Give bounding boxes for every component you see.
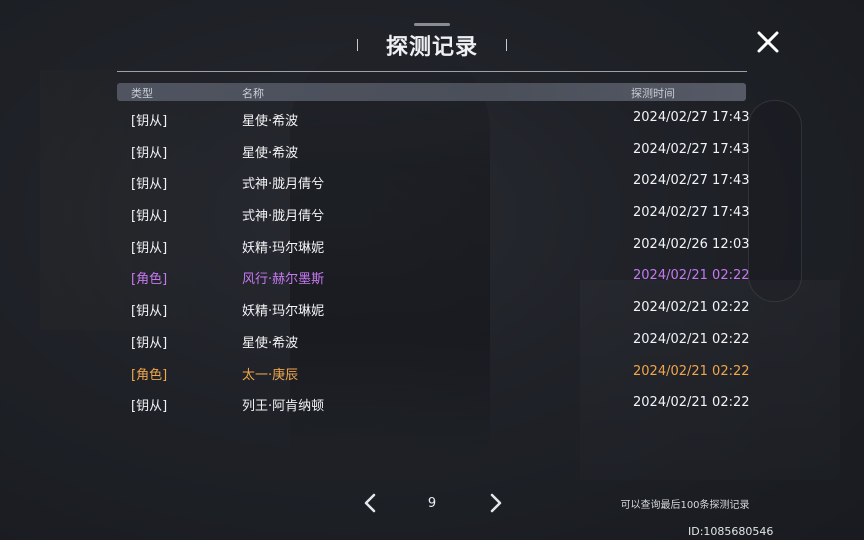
title-tick-right: [506, 39, 507, 51]
dialog-title: 探测记录: [385, 35, 478, 60]
table-row: [角色] 太一·庚辰 2024/02/21 02:22: [117, 356, 750, 388]
row-type: [钥从]: [131, 240, 168, 256]
user-id: ID:1085680546: [688, 525, 774, 538]
dialog-header: 探测记录: [356, 28, 508, 62]
row-time: 2024/02/26 12:03: [633, 236, 750, 252]
row-type: [钥从]: [131, 399, 168, 415]
header-divider: [117, 71, 747, 72]
header-time: 探测时间: [631, 87, 675, 100]
row-type: [钥从]: [131, 209, 168, 225]
title-notch: [414, 23, 450, 26]
record-list: [钥从] 星使·希波 2024/02/27 17:43 [钥从] 星使·希波 2…: [117, 102, 750, 419]
row-type: [钥从]: [131, 145, 168, 161]
row-name: 妖精·玛尔琳妮: [242, 304, 325, 320]
row-time: 2024/02/27 17:43: [633, 141, 750, 157]
row-name: 星使·希波: [242, 114, 299, 129]
row-time: 2024/02/21 02:22: [633, 331, 750, 347]
table-row: [钥从] 妖精·玛尔琳妮 2024/02/21 02:22: [117, 292, 750, 324]
row-name: 风行·赫尔墨斯: [242, 272, 325, 288]
row-time: 2024/02/21 02:22: [633, 363, 750, 379]
record-limit-note: 可以查询最后100条探测记录: [620, 500, 750, 511]
row-name: 式神·胧月倩兮: [242, 209, 325, 225]
row-time: 2024/02/27 17:43: [633, 205, 750, 221]
next-page-button[interactable]: [482, 490, 508, 516]
table-row: [钥从] 妖精·玛尔琳妮 2024/02/26 12:03: [117, 229, 750, 261]
table-row: [钥从] 式神·胧月倩兮 2024/02/27 17:43: [117, 197, 750, 229]
row-type: [钥从]: [131, 304, 168, 320]
header-name: 名称: [242, 87, 264, 100]
row-type: [角色]: [131, 367, 168, 383]
chevron-right-icon: [490, 493, 502, 513]
row-time: 2024/02/27 17:43: [633, 110, 750, 125]
row-name: 式神·胧月倩兮: [242, 177, 325, 193]
chevron-left-icon: [364, 493, 376, 513]
row-time: 2024/02/27 17:43: [633, 173, 750, 189]
row-name: 星使·希波: [242, 335, 299, 351]
row-time: 2024/02/21 02:22: [633, 268, 750, 284]
row-time: 2024/02/21 02:22: [633, 395, 750, 411]
table-row: [钥从] 星使·希波 2024/02/27 17:43: [117, 102, 750, 134]
page-number: 9: [427, 496, 437, 511]
table-row: [钥从] 列王·阿肯纳顿 2024/02/21 02:22: [117, 387, 750, 419]
row-type: [钥从]: [131, 114, 168, 129]
row-time: 2024/02/21 02:22: [633, 300, 750, 316]
table-row: [钥从] 式神·胧月倩兮 2024/02/27 17:43: [117, 165, 750, 197]
table-row: [钥从] 星使·希波 2024/02/27 17:43: [117, 134, 750, 166]
header-type: 类型: [131, 87, 153, 100]
table-row: [钥从] 星使·希波 2024/02/21 02:22: [117, 324, 750, 356]
row-type: [钥从]: [131, 335, 168, 351]
row-name: 星使·希波: [242, 145, 299, 161]
row-name: 太一·庚辰: [242, 367, 299, 383]
close-button[interactable]: [754, 28, 782, 56]
row-name: 列王·阿肯纳顿: [242, 399, 325, 415]
row-type: [角色]: [131, 272, 168, 288]
close-icon: [757, 31, 779, 53]
table-row: [角色] 风行·赫尔墨斯 2024/02/21 02:22: [117, 260, 750, 292]
row-name: 妖精·玛尔琳妮: [242, 240, 325, 256]
table-header: 类型 名称 探测时间: [117, 83, 746, 101]
prev-page-button[interactable]: [358, 490, 384, 516]
row-type: [钥从]: [131, 177, 168, 193]
